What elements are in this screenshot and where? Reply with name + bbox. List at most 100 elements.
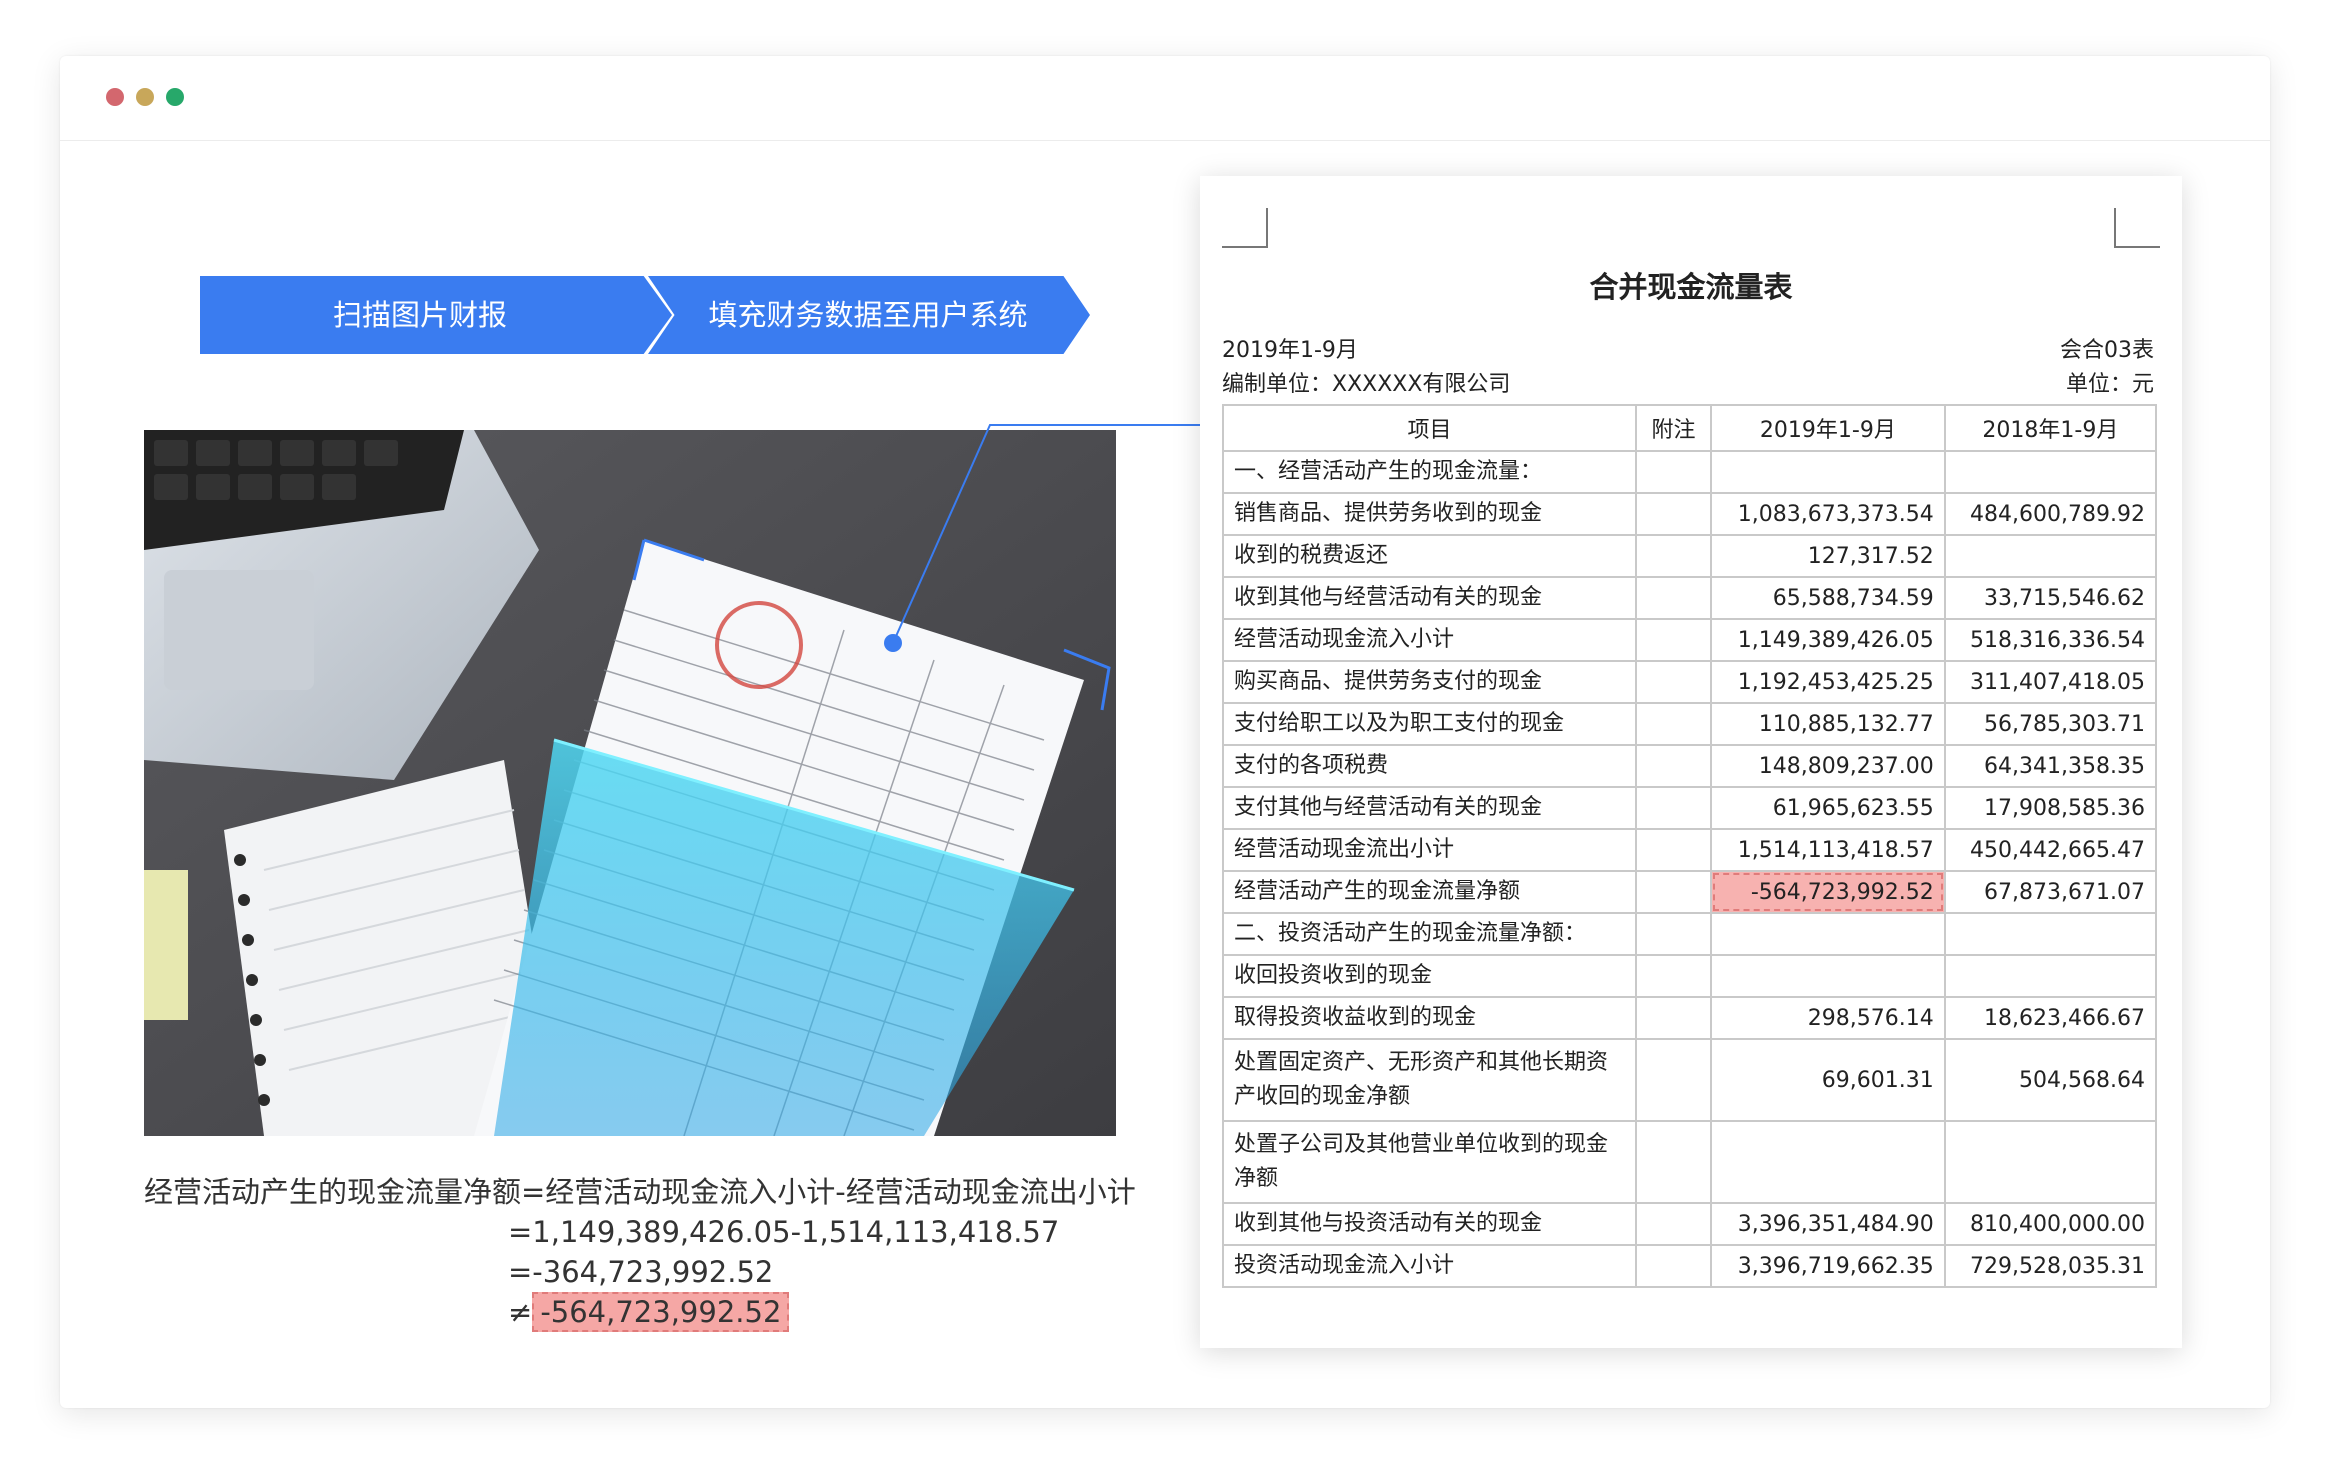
minimize-window-button[interactable]	[136, 88, 154, 106]
maximize-window-button[interactable]	[166, 88, 184, 106]
row-note	[1634, 744, 1713, 788]
row-value-2019	[1710, 1120, 1946, 1204]
row-note	[1634, 996, 1713, 1040]
table-row: 支付给职工以及为职工支付的现金 110,885,132.77 56,785,303.…	[1222, 702, 2158, 746]
row-note	[1634, 912, 1713, 956]
row-item: 经营活动现金流出小计	[1222, 828, 1637, 872]
row-item: 支付的各项税费	[1222, 744, 1637, 788]
row-item: 一、经营活动产生的现金流量：	[1222, 450, 1637, 494]
table-row: 经营活动产生的现金流量净额 -564,723,992.52 67,873,671.0…	[1222, 870, 2158, 914]
table-row: 支付其他与经营活动有关的现金 61,965,623.55 17,908,585.36	[1222, 786, 2158, 830]
row-item: 处置固定资产、无形资产和其他长期资产收回的现金净额	[1222, 1038, 1637, 1122]
column-header: 2018年1-9月	[1943, 404, 2158, 452]
statement-title: 合并现金流量表	[1589, 270, 1793, 304]
row-item: 销售商品、提供劳务收到的现金	[1222, 492, 1637, 536]
table-row: 处置子公司及其他营业单位收到的现金净额	[1222, 1120, 2158, 1204]
row-item: 支付给职工以及为职工支付的现金	[1222, 702, 1637, 746]
column-header: 附注	[1634, 404, 1713, 452]
row-note	[1634, 870, 1713, 914]
row-value-2018: 518,316,336.54	[1943, 618, 2158, 662]
row-value-2019: 127,317.52	[1710, 534, 1946, 578]
row-value-2019: 1,192,453,425.25	[1710, 660, 1946, 704]
statement-period: 2019年1-9月	[1222, 338, 1358, 363]
row-value-2018	[1943, 912, 2158, 956]
table-row: 购买商品、提供劳务支付的现金 1,192,453,425.25 311,407,41…	[1222, 660, 2158, 704]
row-item: 投资活动现金流入小计	[1222, 1244, 1637, 1288]
row-item: 二、投资活动产生的现金流量净额：	[1222, 912, 1637, 956]
row-item: 经营活动产生的现金流量净额	[1222, 870, 1637, 914]
table-row: 经营活动现金流入小计 1,149,389,426.05 518,316,336.54	[1222, 618, 2158, 662]
table-row: 一、经营活动产生的现金流量：	[1222, 450, 2158, 494]
row-note	[1634, 702, 1713, 746]
row-value-2019: -564,723,992.52	[1710, 870, 1946, 914]
scanned-report-photo	[144, 430, 1116, 1136]
row-value-2019	[1710, 450, 1946, 494]
step-fill-data-label: 填充财务数据至用户系统	[708, 298, 1028, 332]
row-item: 收到其他与投资活动有关的现金	[1222, 1202, 1637, 1246]
row-value-2018	[1943, 1120, 2158, 1204]
not-equal-symbol: ≠	[508, 1295, 533, 1329]
table-row: 收到其他与经营活动有关的现金 65,588,734.59 33,715,546.62	[1222, 576, 2158, 620]
statement-form-no: 会合03表	[2060, 338, 2154, 363]
row-item: 收回投资收到的现金	[1222, 954, 1637, 998]
cash-flow-statement: 合并现金流量表 2019年1-9月 编制单位：XXXXXX有限公司 会合03表 …	[1200, 176, 2182, 1348]
row-note	[1634, 618, 1713, 662]
row-value-2018: 18,623,466.67	[1943, 996, 2158, 1040]
row-value-2019: 61,965,623.55	[1710, 786, 1946, 830]
close-window-button[interactable]	[106, 88, 124, 106]
row-note	[1634, 1038, 1713, 1122]
process-steps: 扫描图片财报 填充财务数据至用户系统	[200, 276, 1090, 354]
table-row: 处置固定资产、无形资产和其他长期资产收回的现金净额 69,601.31 504,56…	[1222, 1038, 2158, 1122]
formula-result: =-364,723,992.52	[508, 1255, 774, 1289]
table-row: 收到的税费返还 127,317.52	[1222, 534, 2158, 578]
row-note	[1634, 1120, 1713, 1204]
cash-flow-table: 项目 附注 2019年1-9月 2018年1-9月 一、经营活动产生的现金流量：…	[1222, 404, 2158, 1288]
row-value-2018	[1943, 534, 2158, 578]
row-note	[1634, 576, 1713, 620]
row-note	[1634, 492, 1713, 536]
row-item: 收到其他与经营活动有关的现金	[1222, 576, 1637, 620]
row-value-2019: 3,396,719,662.35	[1710, 1244, 1946, 1288]
row-value-2018: 17,908,585.36	[1943, 786, 2158, 830]
row-value-2018: 33,715,546.62	[1943, 576, 2158, 620]
table-row: 投资活动现金流入小计 3,396,719,662.35 729,528,035.31	[1222, 1244, 2158, 1288]
formula-definition: 经营活动产生的现金流量净额=经营活动现金流入小计-经营活动现金流出小计	[144, 1175, 1136, 1209]
column-header: 项目	[1222, 404, 1637, 452]
row-value-2018: 729,528,035.31	[1943, 1244, 2158, 1288]
table-header-row: 项目 附注 2019年1-9月 2018年1-9月	[1222, 404, 2158, 452]
row-item: 取得投资收益收到的现金	[1222, 996, 1637, 1040]
row-note	[1634, 786, 1713, 830]
row-item: 经营活动现金流入小计	[1222, 618, 1637, 662]
row-value-2018: 484,600,789.92	[1943, 492, 2158, 536]
table-row: 支付的各项税费 148,809,237.00 64,341,358.35	[1222, 744, 2158, 788]
row-value-2019: 298,576.14	[1710, 996, 1946, 1040]
row-value-2019: 3,396,351,484.90	[1710, 1202, 1946, 1246]
row-note	[1634, 534, 1713, 578]
row-value-2018: 311,407,418.05	[1943, 660, 2158, 704]
row-item: 收到的税费返还	[1222, 534, 1637, 578]
statement-unit: 单位：元	[2065, 372, 2154, 397]
row-value-2018	[1943, 450, 2158, 494]
row-value-2019	[1710, 954, 1946, 998]
crop-corner-icon	[1222, 208, 1268, 248]
row-note	[1634, 828, 1713, 872]
mismatch-value: -564,723,992.52	[532, 1292, 790, 1332]
statement-company: 编制单位：XXXXXX有限公司	[1222, 372, 1511, 397]
table-row: 销售商品、提供劳务收到的现金 1,083,673,373.54 484,600,78…	[1222, 492, 2158, 536]
crop-corner-icon	[2114, 208, 2160, 248]
row-value-2019: 65,588,734.59	[1710, 576, 1946, 620]
formula-mismatch: ≠ -564,723,992.52	[508, 1292, 790, 1332]
row-value-2018: 810,400,000.00	[1943, 1202, 2158, 1246]
row-note	[1634, 954, 1713, 998]
row-value-2018: 504,568.64	[1943, 1038, 2158, 1122]
row-value-2018: 450,442,665.47	[1943, 828, 2158, 872]
step-scan-report-label: 扫描图片财报	[332, 298, 507, 332]
row-item: 支付其他与经营活动有关的现金	[1222, 786, 1637, 830]
row-item: 处置子公司及其他营业单位收到的现金净额	[1222, 1120, 1637, 1204]
formula-substitution: =1,149,389,426.05-1,514,113,418.57	[508, 1215, 1060, 1249]
row-note	[1634, 1244, 1713, 1288]
table-row: 二、投资活动产生的现金流量净额：	[1222, 912, 2158, 956]
table-row: 经营活动现金流出小计 1,514,113,418.57 450,442,665.47	[1222, 828, 2158, 872]
row-value-2018: 56,785,303.71	[1943, 702, 2158, 746]
table-row: 收到其他与投资活动有关的现金 3,396,351,484.90 810,400,00…	[1222, 1202, 2158, 1246]
